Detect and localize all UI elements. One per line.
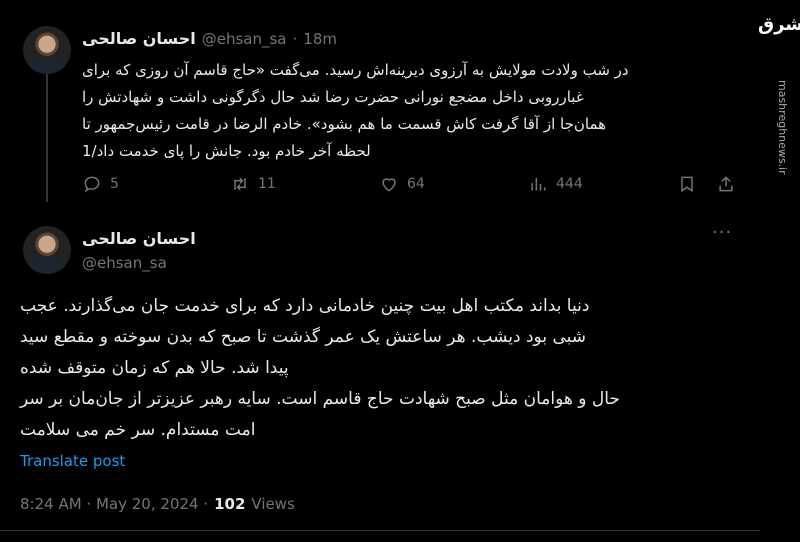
repost-button[interactable]: 11 (230, 174, 276, 194)
tweet-text-line: لحظه آخر خادم بود. جانش را پای خدمت داد/… (82, 142, 371, 160)
views-number: 102 (214, 495, 246, 513)
thread-line (46, 74, 48, 202)
heart-icon (382, 178, 396, 192)
more-options-icon[interactable]: ··· (712, 222, 732, 243)
like-count: 64 (407, 176, 425, 192)
tweet-text-line: دنیا بداند مکتب اهل بیت چنین خادمانی دار… (20, 296, 590, 316)
tweet-text-line: غبارروبی داخل مضجع نورانی حضرت رضا شد حا… (82, 88, 584, 106)
separator: · (292, 29, 298, 48)
bookmark-button[interactable] (677, 174, 697, 194)
tweet-meta: 8:24 AM · May 20, 2024 · 102 Views (20, 495, 295, 513)
tweet-text-line: امت مستدام. سر خم می سلامت (20, 420, 256, 440)
tweet2-text: دنیا بداند مکتب اهل بیت چنین خادمانی دار… (20, 291, 732, 446)
brand-logo: مشرق (758, 14, 800, 35)
tweet-text-line: همان‌جا از آقا گرفت کاش قسمت ما هم بشود»… (82, 115, 607, 133)
analytics-icon (531, 178, 546, 191)
avatar-shoulders (29, 56, 65, 74)
translate-link[interactable]: Translate post (20, 452, 125, 470)
avatar[interactable] (23, 226, 71, 274)
watermark: mashreghnews.ir (776, 80, 789, 175)
avatar[interactable] (23, 26, 71, 74)
tweet-text-line: حال و هوامان مثل صبح شهادت حاج قاسم است.… (20, 389, 620, 409)
divider (0, 530, 760, 531)
display-name[interactable]: احسان صالحی (82, 29, 196, 48)
timestamp[interactable]: 8:24 AM · May 20, 2024 · (20, 495, 208, 513)
avatar-shoulders (29, 256, 65, 274)
tweet-text-line: پیدا شد. حالا هم که زمان متوقف شده (20, 358, 289, 378)
bookmark-icon (681, 176, 693, 193)
handle[interactable]: @ehsan_sa (82, 254, 196, 272)
tweet1-text: در شب ولادت مولایش به آرزوی دیرینه‌اش رس… (82, 57, 722, 165)
views-count: 444 (556, 176, 583, 192)
tweet-text-line: شبی بود دیشب. هر ساعتش یک عمر گذشت تا صب… (20, 327, 586, 347)
share-button[interactable] (716, 174, 736, 194)
views-button[interactable]: 444 (528, 174, 583, 194)
share-icon (719, 176, 733, 192)
like-button[interactable]: 64 (379, 174, 425, 194)
views-label: Views (251, 495, 295, 513)
repost-icon (234, 177, 246, 191)
tweet2-header: احسان صالحی @ehsan_sa (82, 229, 196, 272)
tweet-text-line: در شب ولادت مولایش به آرزوی دیرینه‌اش رس… (82, 61, 629, 79)
display-name[interactable]: احسان صالحی (82, 229, 196, 248)
repost-count: 11 (258, 176, 276, 192)
reply-icon (84, 176, 100, 193)
relative-time[interactable]: 18m (303, 30, 337, 48)
reply-button[interactable]: 5 (82, 174, 119, 194)
handle[interactable]: @ehsan_sa (202, 30, 287, 48)
tweet1-header: احسان صالحی @ehsan_sa · 18m (82, 29, 337, 48)
reply-count: 5 (110, 176, 119, 192)
